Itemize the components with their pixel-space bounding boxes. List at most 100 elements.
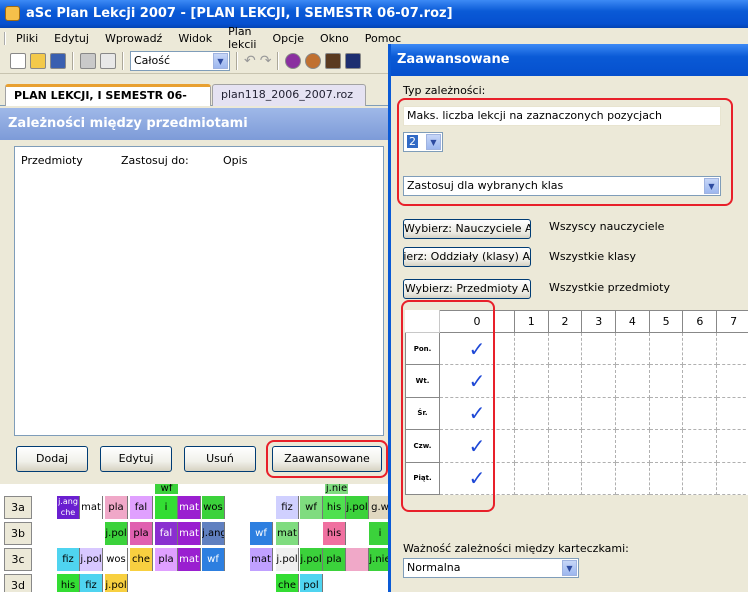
grid-cell[interactable] — [648, 396, 684, 431]
timetable-cell[interactable]: fal — [130, 496, 153, 519]
redo-icon[interactable]: ↷ — [260, 53, 272, 69]
timetable-cell[interactable]: fiz — [80, 574, 103, 592]
select-classes-button[interactable]: Wybierz: Oddziały (klasy) A — [403, 247, 531, 267]
timetable-cell[interactable]: wos — [105, 548, 128, 571]
grid-cell[interactable] — [547, 429, 583, 463]
timetable-cell[interactable]: his — [323, 496, 346, 519]
grid-cell[interactable] — [547, 396, 583, 431]
menu-okno[interactable]: Okno — [312, 32, 357, 45]
grid-period-header[interactable]: 4 — [615, 310, 650, 333]
timetable-cell[interactable]: che — [276, 574, 299, 592]
grid-cell[interactable] — [581, 396, 617, 431]
grid-period-header[interactable]: 6 — [682, 310, 718, 333]
timetable-cell[interactable]: wf — [202, 548, 225, 571]
timetable-grid[interactable]: wf j.nie 3a j.ang che mat pla fal i mat … — [0, 484, 390, 592]
grid-cell[interactable] — [513, 364, 549, 398]
grid-period-header[interactable]: 7 — [716, 310, 748, 333]
timetable-cell[interactable]: his — [57, 574, 80, 592]
timetable-cell[interactable]: g.w — [369, 496, 390, 519]
grid-cell[interactable] — [682, 461, 718, 496]
timetable-cell[interactable]: his — [323, 522, 346, 545]
timetable-cell[interactable]: j.nie — [369, 548, 390, 571]
timetable-cell[interactable]: wos — [202, 496, 225, 519]
column-header-apply-to[interactable]: Zastosuj do: — [121, 154, 189, 167]
grid-cell[interactable] — [581, 364, 617, 398]
select-subjects-button[interactable]: Wybierz: Przedmioty A — [403, 279, 531, 299]
grid-cell[interactable] — [513, 331, 549, 366]
timetable-cell[interactable]: j.ang che — [57, 496, 80, 519]
timetable-cell[interactable]: mat — [178, 548, 201, 571]
undo-icon[interactable]: ↶ — [244, 53, 256, 69]
open-folder-icon[interactable] — [30, 52, 46, 69]
class-icon[interactable] — [345, 52, 362, 69]
menu-opcje[interactable]: Opcje — [264, 32, 312, 45]
grid-cell[interactable] — [716, 364, 748, 398]
grid-cell[interactable] — [716, 331, 748, 366]
timetable-cell[interactable]: mat — [250, 548, 273, 571]
grid-cell[interactable] — [648, 461, 684, 496]
grid-cell[interactable] — [716, 396, 748, 431]
timetable-cell[interactable] — [346, 548, 369, 571]
timetable-cell[interactable]: fiz — [57, 548, 80, 571]
timetable-cell[interactable]: wf — [250, 522, 273, 545]
timetable-cell[interactable]: mat — [80, 496, 103, 519]
add-button[interactable]: Dodaj — [16, 446, 88, 472]
grid-period-header[interactable]: 5 — [648, 310, 684, 333]
grid-period-header[interactable]: 2 — [547, 310, 583, 333]
grid-cell[interactable] — [513, 461, 549, 496]
importance-select[interactable]: Normalna ▼ — [403, 558, 579, 578]
timetable-cell[interactable]: mat — [276, 522, 299, 545]
grid-cell[interactable] — [615, 331, 650, 366]
timetable-cell[interactable]: j.pol — [276, 548, 299, 571]
classroom-icon[interactable] — [325, 52, 342, 69]
timetable-cell[interactable]: fiz — [276, 496, 299, 519]
timetable-cell[interactable]: i — [155, 496, 178, 519]
timetable-cell[interactable]: pol — [300, 574, 323, 592]
grid-cell[interactable] — [581, 429, 617, 463]
menu-pliki[interactable]: Pliki — [4, 31, 46, 45]
teacher-icon[interactable] — [305, 52, 322, 69]
grid-period-header[interactable]: 1 — [513, 310, 549, 333]
timetable-cell[interactable]: j.pol — [346, 496, 369, 519]
tab-plan118[interactable]: plan118_2006_2007.roz — [212, 84, 366, 106]
timetable-cell[interactable]: che — [130, 548, 153, 571]
select-teachers-button[interactable]: Wybierz: Nauczyciele A — [403, 219, 531, 239]
timetable-cell[interactable]: i — [369, 522, 390, 545]
grid-cell[interactable] — [513, 429, 549, 463]
chevron-down-icon[interactable]: ▼ — [562, 560, 577, 576]
edit-button[interactable]: Edytuj — [100, 446, 172, 472]
grid-cell[interactable] — [716, 461, 748, 496]
grid-cell[interactable] — [682, 396, 718, 431]
timetable-cell[interactable]: pla — [323, 548, 346, 571]
grid-period-header[interactable]: 3 — [581, 310, 617, 333]
grid-cell[interactable] — [682, 364, 718, 398]
timetable-cell[interactable]: mat — [178, 496, 201, 519]
grid-cell[interactable] — [615, 461, 650, 496]
timetable-cell[interactable]: j.pol — [80, 548, 103, 571]
timetable-cell[interactable]: pla — [105, 496, 128, 519]
grid-cell[interactable] — [615, 396, 650, 431]
grid-cell[interactable] — [648, 429, 684, 463]
timetable-cell[interactable]: pla — [130, 522, 153, 545]
menu-wprowadz[interactable]: Wprowadź — [97, 32, 170, 45]
timetable-cell[interactable]: j.pol — [105, 574, 128, 592]
timetable-cell[interactable]: j.ang — [202, 522, 225, 545]
grid-cell[interactable] — [581, 331, 617, 366]
timetable-cell[interactable]: fal — [155, 522, 178, 545]
dependencies-list[interactable]: Przedmioty Zastosuj do: Opis — [14, 146, 384, 436]
grid-cell[interactable] — [682, 429, 718, 463]
grid-cell[interactable] — [547, 461, 583, 496]
chevron-down-icon[interactable]: ▼ — [213, 52, 228, 69]
grid-cell[interactable] — [513, 396, 549, 431]
scope-select[interactable]: Całość ▼ — [130, 50, 230, 71]
timetable-cell[interactable]: wf — [300, 496, 323, 519]
menu-pomoc[interactable]: Pomoc — [357, 32, 409, 45]
grid-cell[interactable] — [547, 364, 583, 398]
grid-cell[interactable] — [716, 429, 748, 463]
grid-cell[interactable] — [648, 364, 684, 398]
menu-widok[interactable]: Widok — [170, 32, 220, 45]
grid-cell[interactable] — [648, 331, 684, 366]
grid-cell[interactable] — [615, 429, 650, 463]
new-file-icon[interactable] — [10, 52, 26, 69]
timetable-cell[interactable]: j.pol — [300, 548, 323, 571]
